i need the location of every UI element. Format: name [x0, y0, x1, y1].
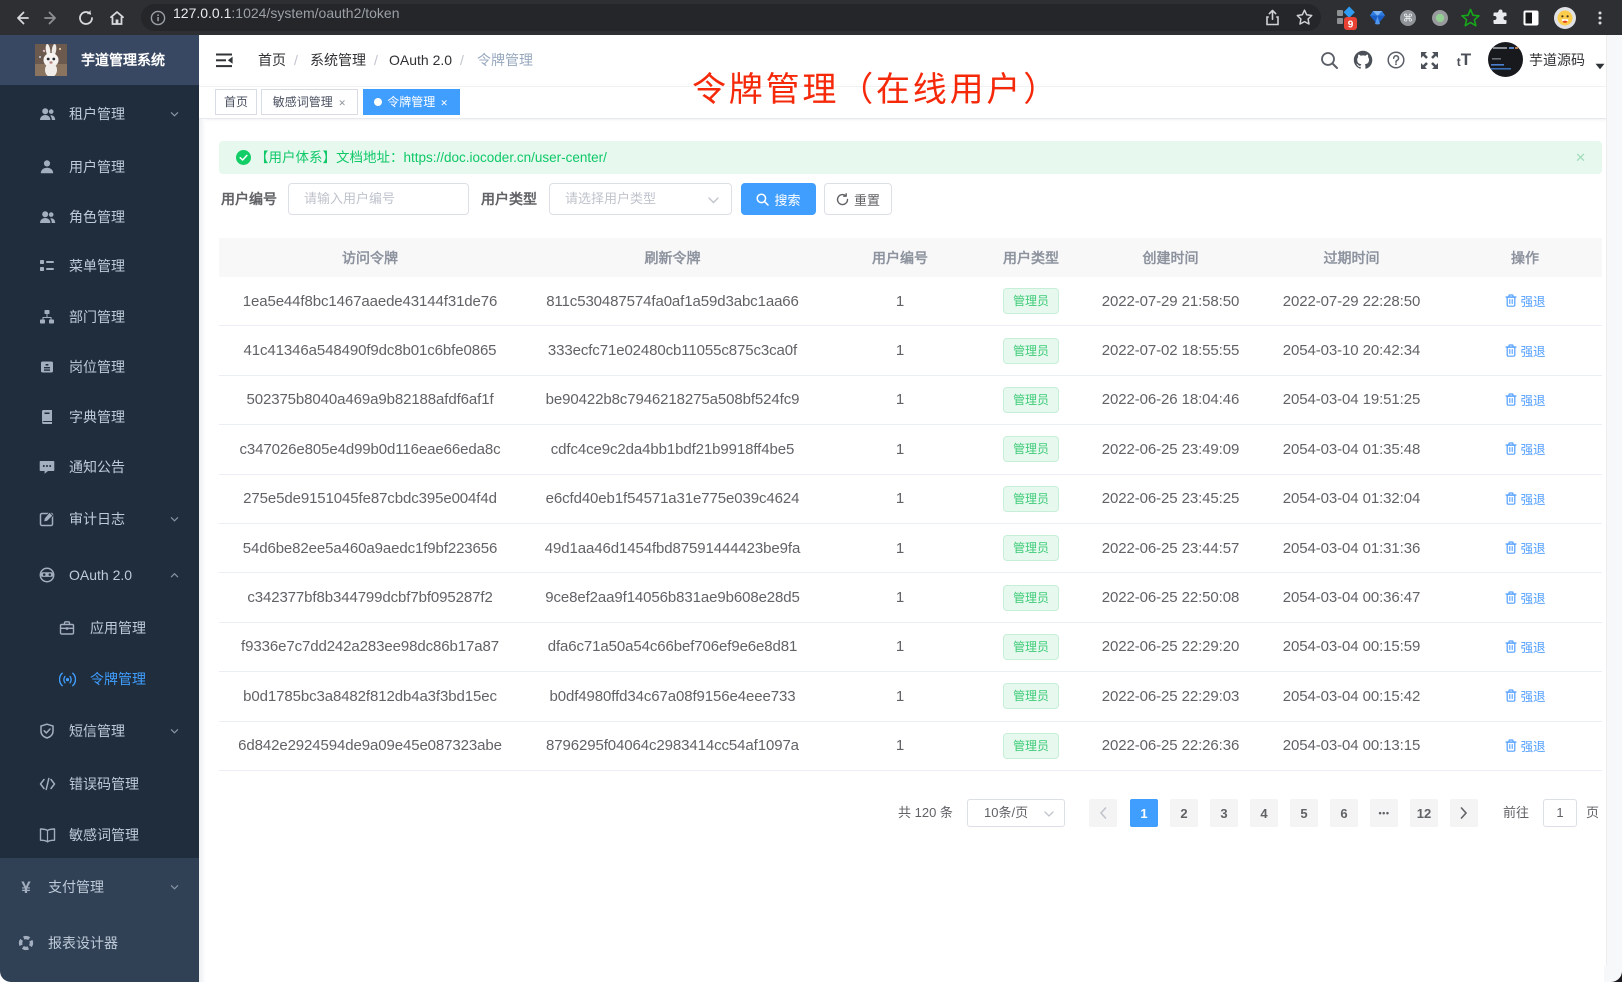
- svg-text:9: 9: [1348, 19, 1354, 30]
- svg-text:¥: ¥: [21, 879, 31, 895]
- svg-text:⌘: ⌘: [1403, 12, 1414, 24]
